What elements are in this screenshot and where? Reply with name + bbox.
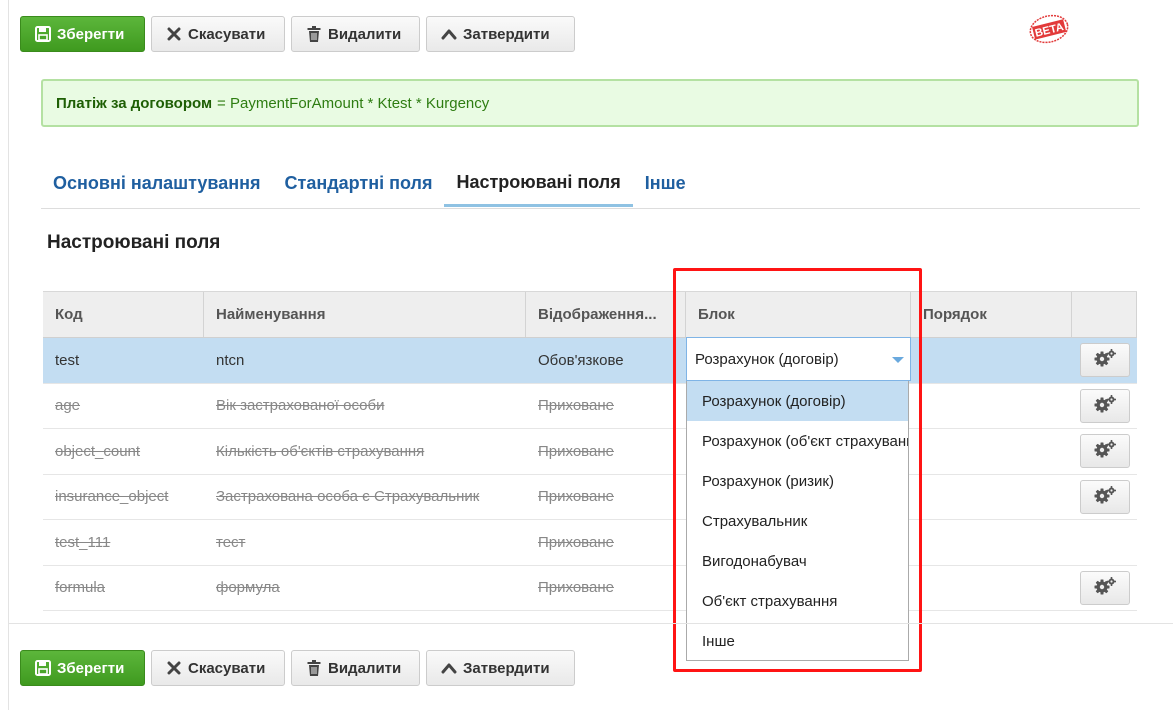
row-display: Приховане xyxy=(538,533,614,551)
gear-icon xyxy=(1093,485,1117,509)
row-settings-button[interactable] xyxy=(1080,343,1130,378)
delete-label: Видалити xyxy=(328,25,402,43)
row-settings-button[interactable] xyxy=(1080,570,1130,605)
column-header-name[interactable]: Найменування xyxy=(204,292,526,337)
block-select-value: Розрахунок (договір) xyxy=(695,350,839,368)
row-settings-button[interactable] xyxy=(1080,388,1130,423)
block-option[interactable]: Вигодонабувач xyxy=(687,541,908,581)
gear-icon xyxy=(1093,394,1117,418)
trash-icon xyxy=(305,659,323,677)
cancel-button[interactable]: Скасувати xyxy=(151,650,285,686)
cancel-label: Скасувати xyxy=(188,659,266,677)
row-code: formula xyxy=(55,579,106,597)
gear-icon xyxy=(1093,439,1117,463)
gear-icon xyxy=(1093,576,1117,600)
table-row[interactable]: object_count Кількість об'єктів страхува… xyxy=(43,429,1137,475)
block-option[interactable]: Об'єкт страхування xyxy=(687,581,908,621)
custom-fields-table: Код Найменування Відображення... Блок По… xyxy=(43,291,1137,611)
beta-badge-icon: BETA xyxy=(1026,12,1072,46)
formula-expression: = PaymentForAmount * Ktest * Kurgency xyxy=(217,94,490,112)
tab-main-settings[interactable]: Основні налаштування xyxy=(41,160,273,207)
row-settings-button[interactable] xyxy=(1080,479,1130,514)
caret-down-icon[interactable] xyxy=(892,357,904,363)
tab-standard-fields[interactable]: Стандартні поля xyxy=(273,160,445,207)
top-toolbar: Зберегти Скасувати Видалити Затвердити xyxy=(20,16,575,52)
save-icon xyxy=(34,25,52,43)
tab-bar: Основні налаштування Стандартні поля Нас… xyxy=(41,160,1140,209)
approve-label: Затвердити xyxy=(463,659,550,677)
row-name: формула xyxy=(216,579,280,597)
column-header-actions xyxy=(1072,292,1137,337)
row-display: Приховане xyxy=(538,442,614,460)
save-button[interactable]: Зберегти xyxy=(20,650,145,686)
table-row[interactable]: formula формула Приховане xyxy=(43,566,1137,611)
row-name: ntcn xyxy=(216,351,245,369)
formula-panel: Платіж за договором = PaymentForAmount *… xyxy=(41,79,1139,127)
table-row[interactable]: insurance_object Застрахована особа є Ст… xyxy=(43,475,1137,520)
column-header-display[interactable]: Відображення... xyxy=(526,292,686,337)
delete-label: Видалити xyxy=(328,659,402,677)
tab-custom-fields[interactable]: Настроювані поля xyxy=(444,160,633,207)
beta-badge-text: BETA xyxy=(1034,21,1065,40)
row-code: object_count xyxy=(55,442,141,460)
block-option[interactable]: Розрахунок (ризик) xyxy=(687,461,908,501)
divider xyxy=(8,623,1173,624)
row-code: test_111 xyxy=(55,533,111,551)
row-name: тест xyxy=(216,533,246,551)
column-header-order[interactable]: Порядок xyxy=(911,292,1072,337)
formula-label: Платіж за договором xyxy=(56,94,213,112)
cancel-button[interactable]: Скасувати xyxy=(151,16,285,52)
delete-button[interactable]: Видалити xyxy=(291,16,420,52)
approve-label: Затвердити xyxy=(463,25,550,43)
table-header: Код Найменування Відображення... Блок По… xyxy=(43,291,1137,338)
section-title: Настроювані поля xyxy=(47,232,221,253)
block-option[interactable]: Розрахунок (об'єкт страхування) xyxy=(687,421,908,461)
row-name: Застрахована особа є Страхувальник xyxy=(216,488,480,506)
save-button[interactable]: Зберегти xyxy=(20,16,145,52)
table-row[interactable]: test_111 тест Приховане xyxy=(43,520,1137,566)
block-dropdown-list: Розрахунок (договір) Розрахунок (об'єкт … xyxy=(686,381,909,661)
close-icon xyxy=(165,659,183,677)
approve-button[interactable]: Затвердити xyxy=(426,650,575,686)
row-settings-button[interactable] xyxy=(1080,434,1130,469)
row-name: Вік застрахованої особи xyxy=(216,397,385,415)
block-option[interactable]: Розрахунок (договір) xyxy=(687,381,908,421)
approve-button[interactable]: Затвердити xyxy=(426,16,575,52)
bottom-toolbar: Зберегти Скасувати Видалити Затвердити xyxy=(20,650,575,686)
save-label: Зберегти xyxy=(57,659,125,677)
save-icon xyxy=(34,659,52,677)
table-row[interactable]: age Вік застрахованої особи Приховане xyxy=(43,384,1137,429)
row-code: age xyxy=(55,397,81,415)
row-code: test xyxy=(55,351,80,369)
row-code: insurance_object xyxy=(55,488,169,506)
save-label: Зберегти xyxy=(57,25,125,43)
column-header-code[interactable]: Код xyxy=(43,292,204,337)
block-select[interactable]: Розрахунок (договір) xyxy=(686,337,911,381)
row-name: Кількість об'єктів страхування xyxy=(216,442,425,460)
chevron-up-icon xyxy=(440,659,458,677)
trash-icon xyxy=(305,25,323,43)
block-option[interactable]: Інше xyxy=(687,621,908,660)
block-option[interactable]: Страхувальник xyxy=(687,501,908,541)
close-icon xyxy=(165,25,183,43)
row-display: Приховане xyxy=(538,579,614,597)
table-row[interactable]: test ntcn Обов'язкове xyxy=(43,338,1137,384)
tab-other[interactable]: Інше xyxy=(633,160,698,207)
row-display: Приховане xyxy=(538,397,614,415)
row-display: Приховане xyxy=(538,488,614,506)
cancel-label: Скасувати xyxy=(188,25,266,43)
gear-icon xyxy=(1093,348,1117,372)
row-display: Обов'язкове xyxy=(538,351,624,369)
delete-button[interactable]: Видалити xyxy=(291,650,420,686)
column-header-block[interactable]: Блок xyxy=(686,292,911,337)
page-left-border xyxy=(8,0,9,710)
chevron-up-icon xyxy=(440,25,458,43)
